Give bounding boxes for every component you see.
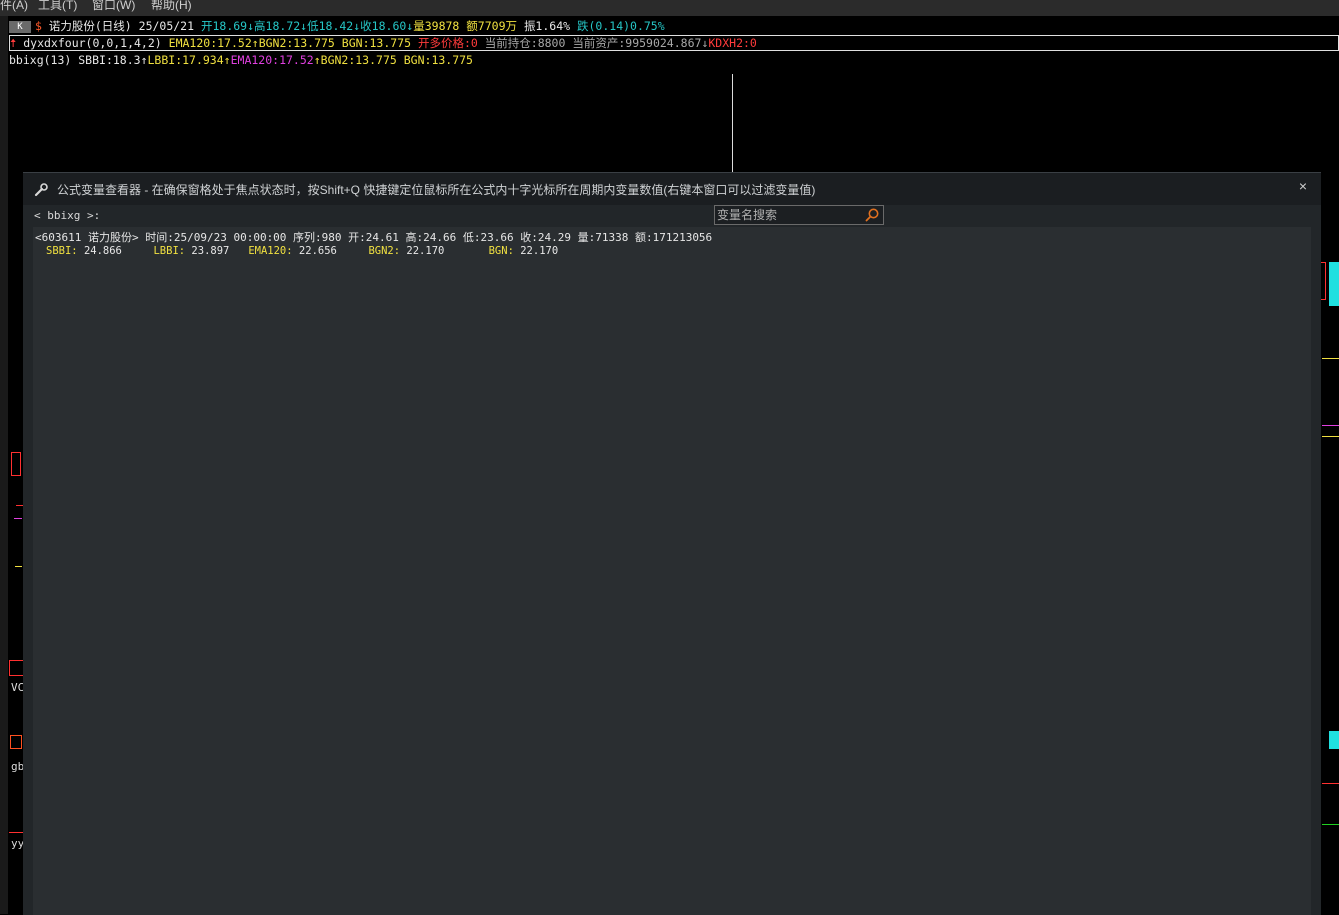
close-button[interactable]: × — [1299, 169, 1307, 203]
marker-icon: $ — [35, 19, 42, 33]
chart-mark — [1322, 436, 1339, 437]
indicator1-assets: 当前资产:9959024.867 — [572, 36, 702, 50]
indicator-bar-2: bbixg(13) SBBI:18.3↑LBBI:17.934↑EMA120:1… — [9, 52, 473, 68]
variable-content-area[interactable]: <603611 诺力股份> 时间:25/09/23 00:00:00 序列:98… — [33, 227, 1311, 915]
var-value: 22.170 — [406, 245, 445, 257]
var-value: 22.170 — [520, 245, 559, 257]
menu-item-help[interactable]: 帮助(H) — [151, 0, 192, 13]
indicator2-sbbi: SBBI:18.3 — [78, 53, 141, 67]
indicator1-bgn: BGN:13.775 — [341, 36, 412, 50]
var-value: 22.656 — [298, 245, 337, 257]
chart-mark — [16, 505, 23, 506]
chart-mark — [15, 566, 22, 567]
candle-mark — [1329, 262, 1339, 306]
chart-mark — [1322, 824, 1339, 825]
dialog-titlebar[interactable]: 公式变量查看器 - 在确保窗格处于焦点状态时，按Shift+Q 快捷键定位鼠标所… — [23, 173, 1321, 205]
indicator-bar-1: 🠅 dyxdxfour(0,0,1,4,2) EMA120:17.52↑BGN2… — [9, 35, 1339, 51]
menu-item-tools[interactable]: 工具(T) — [38, 0, 77, 13]
bar-info: <603611 诺力股份> 时间:25/09/23 00:00:00 序列:98… — [35, 231, 713, 244]
chart-mark — [9, 832, 23, 833]
up-arrow-icon: ↑ — [313, 53, 321, 67]
indicator2-name: bbixg(13) — [9, 53, 72, 67]
indicator1-open-price: 开多价格:0 — [417, 36, 478, 50]
crosshair-line — [732, 74, 733, 172]
formula-name: < bbixg >: — [34, 209, 101, 222]
chart-mark — [14, 518, 22, 519]
indicator2-lbbi: LBBI:17.934 — [147, 53, 224, 67]
chart-mark — [1321, 262, 1326, 300]
menu-item-file[interactable]: 件(A) — [0, 0, 28, 13]
indicator1-name: dyxdxfour(0,0,1,4,2) — [23, 36, 162, 50]
indicator1-bgn2: BGN2:13.775 — [258, 36, 335, 50]
wrench-icon — [34, 183, 48, 197]
chart-mark — [1322, 425, 1339, 426]
quote-bar: K $ 诺力股份(日线) 25/05/21 开18.69↓高18.72↓低18.4… — [9, 18, 1339, 34]
candle-mark — [1329, 731, 1339, 749]
low-value: 低18.42 — [307, 19, 354, 33]
up-arrow-icon: ↑ — [140, 53, 148, 67]
stock-title: 诺力股份(日线) 25/05/21 — [48, 19, 195, 33]
indicator2-bgn: BGN:13.775 — [403, 53, 473, 67]
variable-search-box[interactable] — [714, 205, 884, 225]
var-value: 23.897 — [191, 245, 230, 257]
change-value: 跌(0.14)0.75% — [577, 19, 665, 33]
close-value: 收18.60 — [360, 19, 407, 33]
formula-variable-viewer: 公式变量查看器 - 在确保窗格处于焦点状态时，按Shift+Q 快捷键定位鼠标所… — [23, 172, 1321, 915]
var-name: BGN2: — [368, 245, 401, 257]
up-arrow-icon: ↑ — [251, 36, 259, 50]
indicator2-ema: EMA120:17.52 — [230, 53, 314, 67]
indicator2-bgn2: BGN2:13.775 — [320, 53, 397, 67]
var-value: 24.866 — [83, 245, 122, 257]
indicator1-kdxh2: KDXH2:0 — [708, 36, 757, 50]
up-arrow-icon: ↑ — [223, 53, 231, 67]
var-name: LBBI: — [153, 245, 186, 257]
search-input[interactable] — [715, 206, 862, 224]
chart-mark — [1322, 783, 1339, 784]
var-name: BGN: — [488, 245, 514, 257]
down-arrow-icon: ↓ — [247, 19, 255, 33]
amplitude-value: 振1.64% — [523, 19, 571, 33]
menu-bar: 件(A) 工具(T) 窗口(W) 帮助(H) — [0, 0, 1339, 16]
indicator1-ema: EMA120:17.52 — [168, 36, 252, 50]
left-strip — [0, 16, 8, 914]
high-value: 高18.72 — [254, 19, 301, 33]
amount-value: 额7709万 — [466, 19, 517, 33]
chart-mark — [1322, 358, 1339, 359]
up-arrow-icon: 🠅 — [10, 36, 17, 50]
indicator1-position: 当前持仓:8800 — [484, 36, 566, 50]
chart-mark — [10, 735, 22, 749]
menu-item-window[interactable]: 窗口(W) — [92, 0, 135, 13]
volume-value: 量39878 — [413, 19, 460, 33]
k-line-icon[interactable]: K — [9, 20, 31, 33]
var-name: EMA120: — [248, 245, 293, 257]
variable-list: SBBI: 24.866 LBBI: 23.897 EMA120: 22.656… — [46, 245, 558, 257]
open-value: 开18.69 — [200, 19, 248, 33]
search-icon[interactable] — [864, 207, 880, 223]
dialog-title: 公式变量查看器 - 在确保窗格处于焦点状态时，按Shift+Q 快捷键定位鼠标所… — [57, 183, 816, 197]
var-name: SBBI: — [46, 245, 78, 257]
candle-mark — [11, 452, 21, 476]
